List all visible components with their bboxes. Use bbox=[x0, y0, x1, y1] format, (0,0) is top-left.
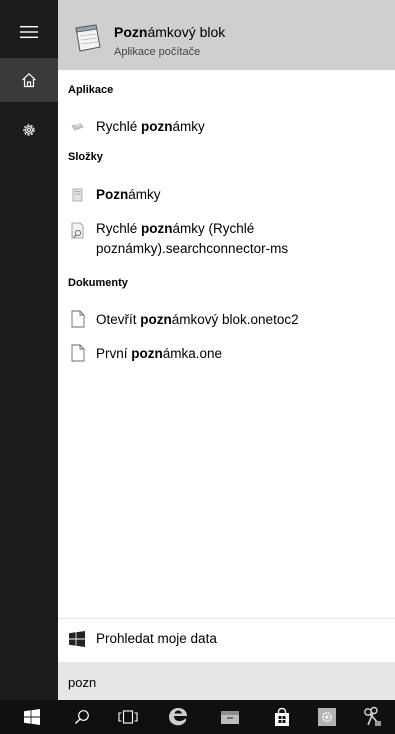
section-header-apps: Aplikace bbox=[68, 84, 114, 96]
taskbar bbox=[0, 700, 395, 734]
snipping-tool-icon bbox=[364, 706, 381, 726]
home-icon bbox=[22, 72, 36, 88]
section-header-folders: Složky bbox=[68, 151, 103, 163]
result-app-rychle-poznamky[interactable]: Rychlé poznámky bbox=[58, 116, 395, 140]
result-doc-one[interactable]: První poznámka.one bbox=[58, 343, 395, 367]
best-match-subtitle: Aplikace počítače bbox=[114, 46, 201, 58]
result-label: Poznámky bbox=[96, 187, 161, 202]
result-label: Rychlé poznámky (Rychlé bbox=[96, 221, 255, 236]
start-search-panel: Poznámkový blok Aplikace počítače Aplika… bbox=[0, 0, 395, 734]
result-label: Rychlé poznámky bbox=[96, 119, 205, 134]
search-my-data-button[interactable]: Prohledat moje data bbox=[58, 620, 395, 658]
best-match-title: Poznámkový blok bbox=[114, 24, 226, 40]
hamburger-icon bbox=[20, 26, 38, 38]
result-label-line2: poznámky).searchconnector-ms bbox=[96, 241, 289, 256]
file-explorer-button[interactable] bbox=[210, 700, 250, 734]
edge-button[interactable] bbox=[158, 700, 198, 734]
task-view-icon bbox=[118, 710, 138, 724]
sticky-notes-icon bbox=[71, 122, 84, 131]
file-explorer-icon bbox=[221, 711, 239, 724]
store-button[interactable] bbox=[262, 700, 302, 734]
menu-button[interactable] bbox=[0, 10, 58, 54]
store-icon bbox=[275, 707, 289, 726]
settings-button[interactable] bbox=[0, 108, 58, 152]
edge-icon bbox=[169, 708, 187, 726]
search-query: pozn bbox=[68, 675, 97, 690]
result-label: První poznámka.one bbox=[96, 346, 223, 361]
result-label: Otevřít poznámkový blok.onetoc2 bbox=[96, 312, 299, 327]
search-input[interactable]: pozn bbox=[58, 662, 395, 700]
result-folder-poznamky[interactable]: Poznámky bbox=[58, 184, 395, 208]
search-icon bbox=[75, 710, 89, 724]
settings-app-icon bbox=[318, 708, 336, 726]
left-rail bbox=[0, 0, 58, 700]
section-header-documents: Dokumenty bbox=[68, 277, 128, 289]
result-folder-searchconnector[interactable]: Rychlé poznámky (Rychlé poznámky).search… bbox=[58, 218, 395, 262]
best-match-notepad[interactable]: Poznámkový blok Aplikace počítače bbox=[58, 0, 395, 70]
result-doc-onetoc2[interactable]: Otevřít poznámkový blok.onetoc2 bbox=[58, 309, 395, 333]
gear-icon bbox=[23, 124, 35, 136]
windows-logo-icon bbox=[24, 709, 40, 725]
results-panel: Poznámkový blok Aplikace počítače Aplika… bbox=[58, 0, 395, 700]
start-button[interactable] bbox=[14, 700, 50, 734]
taskbar-search-button[interactable] bbox=[64, 700, 100, 734]
notepad-app-icon bbox=[75, 24, 101, 52]
search-my-data-label: Prohledat moje data bbox=[96, 631, 217, 646]
document-icon bbox=[71, 344, 85, 362]
snipping-tool-button[interactable] bbox=[354, 700, 390, 734]
home-button[interactable] bbox=[0, 58, 58, 102]
search-connector-icon bbox=[71, 222, 84, 239]
task-view-button[interactable] bbox=[108, 700, 148, 734]
settings-app-button[interactable] bbox=[312, 700, 342, 734]
divider bbox=[58, 618, 395, 619]
folder-doc-icon bbox=[72, 188, 83, 202]
document-icon bbox=[71, 310, 85, 328]
windows-logo-icon bbox=[69, 631, 85, 647]
